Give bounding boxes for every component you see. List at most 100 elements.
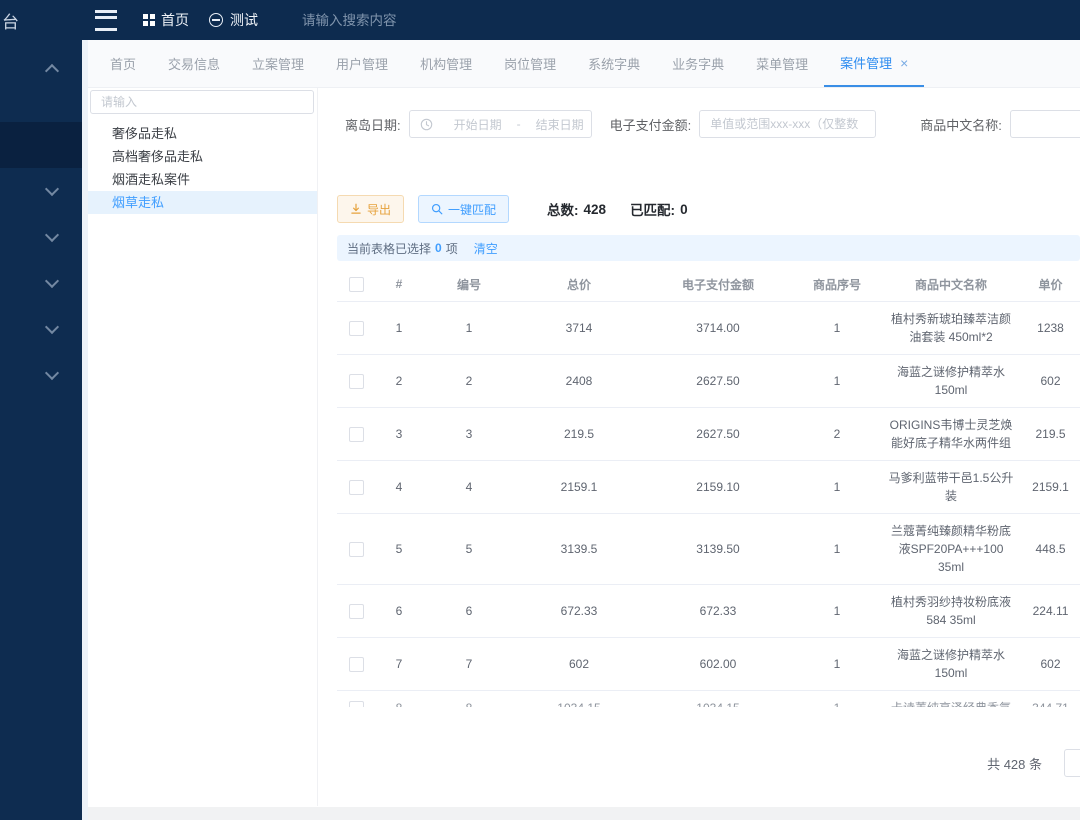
header-select-all-cell bbox=[337, 267, 375, 302]
sidebar-spacer bbox=[0, 92, 82, 122]
row-checkbox[interactable] bbox=[349, 480, 364, 495]
cell-code: 1 bbox=[423, 302, 515, 355]
sidebar-item-1[interactable] bbox=[0, 46, 82, 92]
cell-code: 4 bbox=[423, 461, 515, 514]
tab-3[interactable]: 立案管理 bbox=[236, 40, 320, 87]
cell-payment-amount: 672.33 bbox=[643, 585, 793, 638]
category-item-3[interactable]: 烟酒走私案件 bbox=[88, 168, 317, 191]
cell-total-price: 3714 bbox=[515, 302, 643, 355]
cell-product-seq: 1 bbox=[793, 302, 881, 355]
tab-2[interactable]: 交易信息 bbox=[152, 40, 236, 87]
cell-index: 3 bbox=[375, 408, 423, 461]
table-toolbar: 导出 一键匹配 总数: 428 已匹配: 0 bbox=[337, 195, 1080, 223]
filter-row: 离岛日期: 开始日期 - 结束日期 电子支付金额: 商品中文名称: bbox=[345, 110, 1080, 138]
table-row: 77602602.001海蓝之谜修护精萃水 150ml602 bbox=[337, 638, 1080, 691]
category-item-4[interactable]: 烟草走私 bbox=[88, 191, 317, 214]
tab-8[interactable]: 业务字典 bbox=[656, 40, 740, 87]
date-end-placeholder[interactable]: 结束日期 bbox=[529, 116, 591, 133]
cell-total-price: 602 bbox=[515, 638, 643, 691]
cell-product-name: 植村秀新琥珀臻萃洁颜油套装 450ml*2 bbox=[881, 302, 1021, 355]
cell-product-seq: 1 bbox=[793, 514, 881, 585]
table-row: 1137143714.001植村秀新琥珀臻萃洁颜油套装 450ml*21238 bbox=[337, 302, 1080, 355]
cell-payment-amount: 602.00 bbox=[643, 638, 793, 691]
cell-total-price: 1034.15 bbox=[515, 691, 643, 708]
cell-payment-amount: 1034.15 bbox=[643, 691, 793, 708]
hamburger-menu-icon[interactable] bbox=[95, 10, 117, 31]
tab-7[interactable]: 系统字典 bbox=[572, 40, 656, 87]
cell-code: 2 bbox=[423, 355, 515, 408]
sidebar-item-4[interactable] bbox=[0, 214, 82, 260]
row-checkbox[interactable] bbox=[349, 604, 364, 619]
nav-test[interactable]: 测试 bbox=[209, 10, 258, 30]
chevron-up-icon bbox=[45, 64, 59, 78]
total-value: 428 bbox=[584, 202, 607, 217]
cell-unit-price: 219.5 bbox=[1021, 408, 1080, 461]
cell-index: 1 bbox=[375, 302, 423, 355]
cell-select bbox=[337, 408, 375, 461]
tab-10[interactable]: 案件管理× bbox=[824, 40, 924, 87]
tab-1[interactable]: 首页 bbox=[94, 40, 152, 87]
cell-select bbox=[337, 585, 375, 638]
sidebar-item-3[interactable] bbox=[0, 168, 82, 214]
export-button[interactable]: 导出 bbox=[337, 195, 404, 223]
category-search-input[interactable] bbox=[90, 90, 314, 114]
row-checkbox[interactable] bbox=[349, 427, 364, 442]
cell-product-name: 海蓝之谜修护精萃水 150ml bbox=[881, 638, 1021, 691]
sidebar-item-2[interactable] bbox=[0, 122, 82, 168]
tab-4[interactable]: 用户管理 bbox=[320, 40, 404, 87]
cell-product-seq: 1 bbox=[793, 638, 881, 691]
cell-product-name: 海蓝之谜修护精萃水 150ml bbox=[881, 355, 1021, 408]
cell-index: 8 bbox=[375, 691, 423, 708]
sidebar-item-5[interactable] bbox=[0, 260, 82, 306]
row-checkbox[interactable] bbox=[349, 657, 364, 672]
cell-product-seq: 1 bbox=[793, 461, 881, 514]
date-start-placeholder[interactable]: 开始日期 bbox=[447, 116, 509, 133]
cell-payment-amount: 3714.00 bbox=[643, 302, 793, 355]
row-checkbox[interactable] bbox=[349, 701, 364, 707]
tab-label: 菜单管理 bbox=[756, 54, 808, 73]
tab-5[interactable]: 机构管理 bbox=[404, 40, 488, 87]
cell-unit-price: 602 bbox=[1021, 638, 1080, 691]
tab-label: 交易信息 bbox=[168, 54, 220, 73]
product-name-filter-input[interactable] bbox=[1010, 110, 1080, 138]
table-footer: 共 428 条 bbox=[337, 749, 1080, 777]
header-col-5: 商品序号 bbox=[793, 267, 881, 302]
row-checkbox[interactable] bbox=[349, 542, 364, 557]
tab-9[interactable]: 菜单管理 bbox=[740, 40, 824, 87]
sidebar-item-6[interactable] bbox=[0, 306, 82, 352]
clear-selection-link[interactable]: 清空 bbox=[474, 240, 498, 257]
chevron-down-icon bbox=[45, 228, 59, 242]
cell-unit-price: 1238 bbox=[1021, 302, 1080, 355]
close-tab-icon[interactable]: × bbox=[900, 56, 908, 70]
cell-select bbox=[337, 514, 375, 585]
row-checkbox[interactable] bbox=[349, 374, 364, 389]
tab-label: 机构管理 bbox=[420, 54, 472, 73]
amount-filter-input[interactable] bbox=[699, 110, 876, 138]
table-row: 442159.12159.101马爹利蓝带干邑1.5公升装2159.1 bbox=[337, 461, 1080, 514]
matched-value: 0 bbox=[680, 202, 688, 217]
pagination-size-select[interactable] bbox=[1064, 749, 1080, 777]
nav-home[interactable]: 首页 bbox=[143, 10, 189, 30]
global-search-input[interactable] bbox=[300, 12, 474, 29]
select-all-checkbox[interactable] bbox=[349, 277, 364, 292]
date-range-picker[interactable]: 开始日期 - 结束日期 bbox=[409, 110, 592, 138]
cell-code: 5 bbox=[423, 514, 515, 585]
one-click-match-button[interactable]: 一键匹配 bbox=[418, 195, 509, 223]
category-item-2[interactable]: 高档奢侈品走私 bbox=[88, 145, 317, 168]
download-icon bbox=[350, 203, 362, 215]
header-col-6: 商品中文名称 bbox=[881, 267, 1021, 302]
tab-label: 用户管理 bbox=[336, 54, 388, 73]
bottom-edge bbox=[88, 807, 1080, 820]
category-item-1[interactable]: 奢侈品走私 bbox=[88, 122, 317, 145]
cell-payment-amount: 3139.50 bbox=[643, 514, 793, 585]
tab-label: 系统字典 bbox=[588, 54, 640, 73]
tab-label: 岗位管理 bbox=[504, 54, 556, 73]
cell-product-name: 马爹利蓝带干邑1.5公升装 bbox=[881, 461, 1021, 514]
row-checkbox[interactable] bbox=[349, 321, 364, 336]
sidebar-item-7[interactable] bbox=[0, 352, 82, 398]
one-click-match-label: 一键匹配 bbox=[448, 201, 496, 218]
tab-6[interactable]: 岗位管理 bbox=[488, 40, 572, 87]
selection-suffix: 项 bbox=[446, 240, 458, 257]
category-panel: 奢侈品走私高档奢侈品走私烟酒走私案件烟草走私 bbox=[88, 88, 318, 806]
matched-label: 已匹配: bbox=[630, 199, 675, 219]
